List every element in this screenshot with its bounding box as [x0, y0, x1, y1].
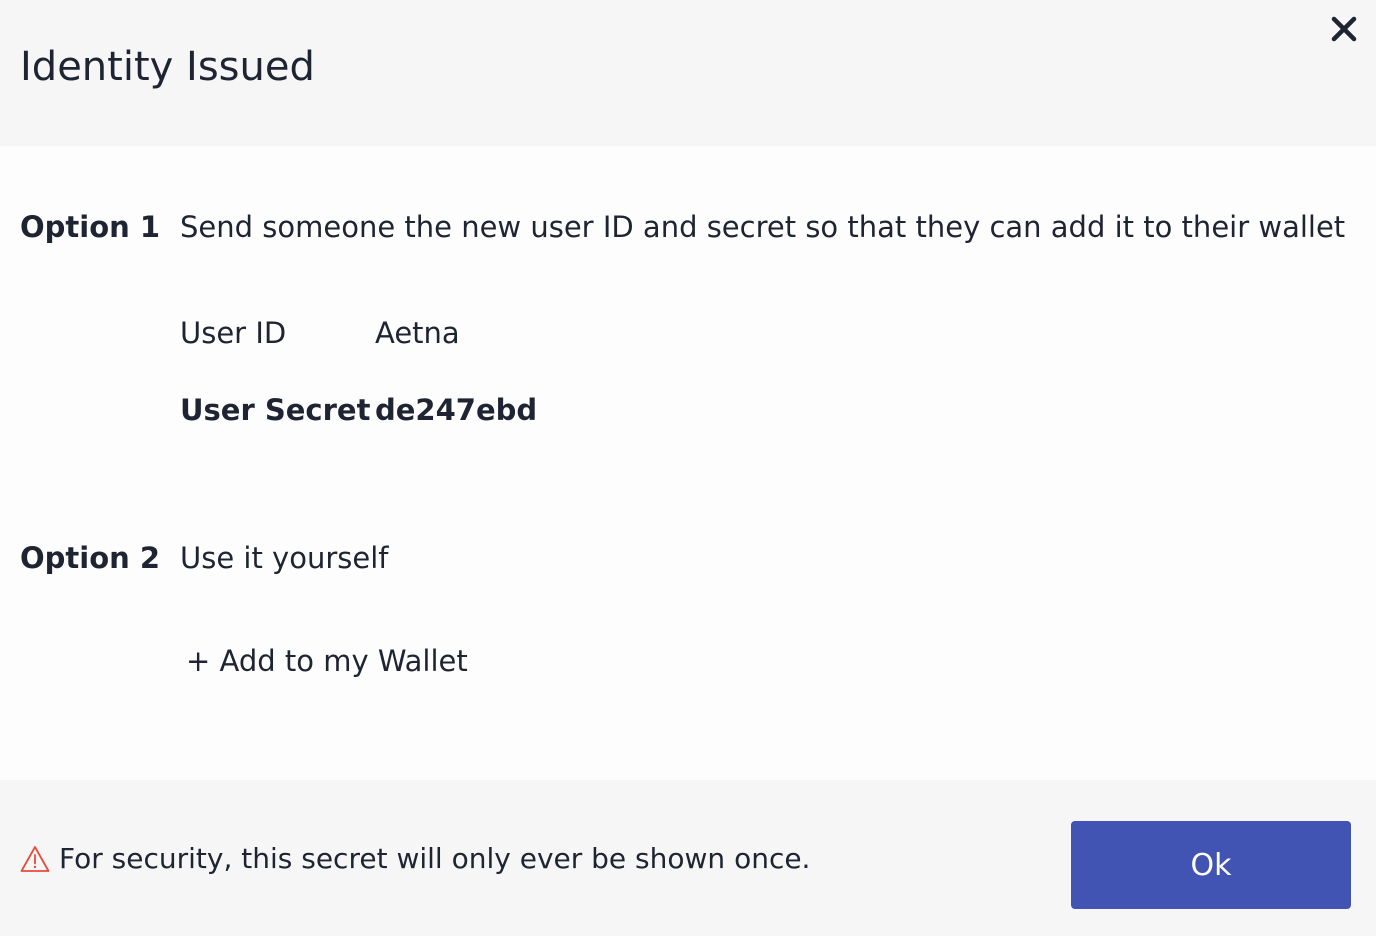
dialog-footer: For security, this secret will only ever…: [0, 780, 1376, 936]
option-2-description: Use it yourself: [180, 541, 389, 575]
dialog-header: Identity Issued: [0, 0, 1376, 146]
dialog-body: Option 1 Send someone the new user ID an…: [0, 146, 1376, 780]
close-button[interactable]: [1327, 12, 1361, 46]
add-to-wallet-button[interactable]: + Add to my Wallet: [186, 644, 468, 678]
user-secret-value: de247ebd: [375, 393, 538, 427]
user-secret-label: User Secret: [180, 393, 371, 427]
dialog-title: Identity Issued: [20, 44, 315, 90]
option-1-description: Send someone the new user ID and secret …: [180, 210, 1346, 244]
user-id-value: Aetna: [375, 316, 460, 350]
warning-icon: [20, 845, 50, 872]
security-warning: For security, this secret will only ever…: [20, 842, 810, 875]
option-2-label: Option 2: [20, 541, 161, 575]
warning-text: For security, this secret will only ever…: [59, 842, 811, 875]
close-icon: [1331, 16, 1357, 42]
ok-button[interactable]: Ok: [1071, 821, 1351, 909]
option-1-label: Option 1: [20, 210, 161, 244]
identity-issued-dialog: Identity Issued Option 1 Send someone th…: [0, 0, 1376, 936]
user-id-label: User ID: [180, 316, 287, 350]
